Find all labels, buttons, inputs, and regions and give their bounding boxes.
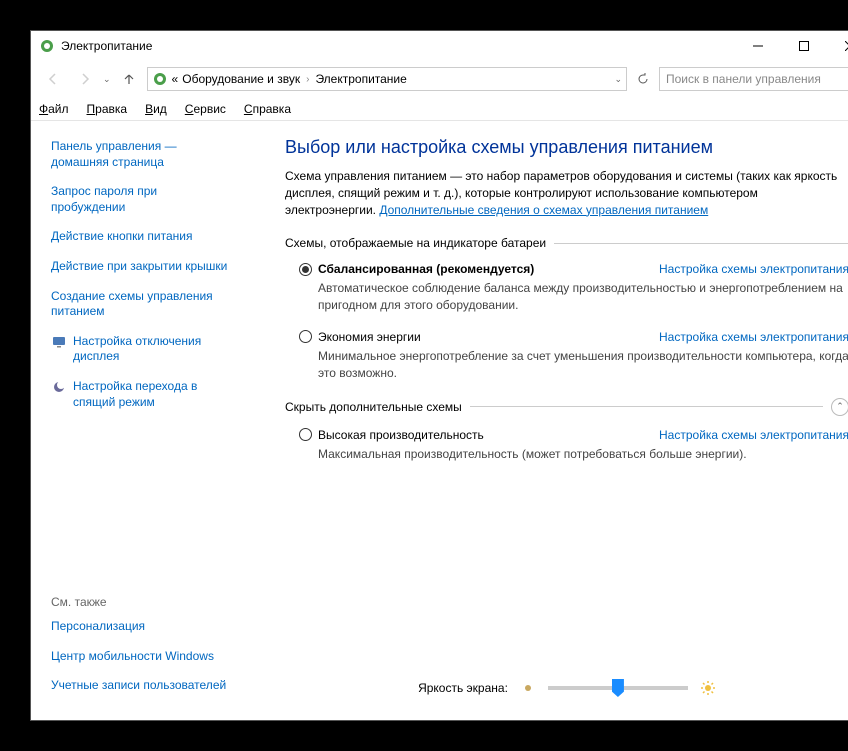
learn-more-link[interactable]: Дополнительные сведения о схемах управле… xyxy=(379,203,708,217)
power-options-icon xyxy=(152,71,168,87)
main-panel: Выбор или настройка схемы управления пит… xyxy=(241,121,848,720)
monitor-icon xyxy=(51,334,67,350)
seealso-personalization[interactable]: Персонализация xyxy=(51,619,229,635)
breadcrumb-item[interactable]: Электропитание xyxy=(315,72,406,86)
window-title: Электропитание xyxy=(61,39,735,53)
brightness-footer: Яркость экрана: xyxy=(285,670,848,720)
radio-high[interactable] xyxy=(299,428,312,441)
history-dropdown[interactable]: ⌄ xyxy=(103,74,111,85)
menu-tools[interactable]: Сервис xyxy=(185,102,226,116)
slider-thumb[interactable] xyxy=(612,679,624,697)
breadcrumb-prefix: « xyxy=(172,72,179,86)
menu-view[interactable]: Вид xyxy=(145,102,167,116)
seealso-mobility[interactable]: Центр мобильности Windows xyxy=(51,649,229,665)
sidebar-display[interactable]: Настройка отключения дисплея xyxy=(51,334,229,365)
moon-icon xyxy=(51,379,67,395)
back-button[interactable] xyxy=(39,67,67,91)
search-input[interactable]: Поиск в панели управления xyxy=(659,67,848,91)
seealso-accounts[interactable]: Учетные записи пользователей xyxy=(51,678,229,694)
plan-balanced-name[interactable]: Сбалансированная (рекомендуется) xyxy=(318,262,659,276)
menubar: Файл Правка Вид Сервис Справка xyxy=(31,97,848,121)
navbar: ⌄ « Оборудование и звук › Электропитание… xyxy=(31,61,848,97)
search-placeholder: Поиск в панели управления xyxy=(666,72,848,86)
plan-high-name[interactable]: Высокая производительность xyxy=(318,428,659,442)
plan-balanced-desc: Автоматическое соблюдение баланса между … xyxy=(318,280,848,314)
breadcrumb-dropdown[interactable]: ⌄ xyxy=(614,74,622,85)
breadcrumb[interactable]: « Оборудование и звук › Электропитание ⌄ xyxy=(147,67,627,91)
group-header-hide: Скрыть дополнительные схемы ⌃ xyxy=(285,398,848,416)
radio-balanced[interactable] xyxy=(299,263,312,276)
sidebar-lid[interactable]: Действие при закрытии крышки xyxy=(51,259,229,275)
sidebar-create[interactable]: Создание схемы управления питанием xyxy=(51,289,229,320)
plan-saver-settings[interactable]: Настройка схемы электропитания xyxy=(659,330,848,344)
plan-balanced-settings[interactable]: Настройка схемы электропитания xyxy=(659,262,848,276)
sidebar-home[interactable]: Панель управления — домашняя страница xyxy=(51,139,229,170)
plan-saver: Экономия энергии Настройка схемы электро… xyxy=(299,330,848,382)
chevron-right-icon: › xyxy=(306,74,309,85)
page-description: Схема управления питанием — это набор па… xyxy=(285,168,848,218)
plan-saver-name[interactable]: Экономия энергии xyxy=(318,330,659,344)
plan-high-desc: Максимальная производительность (может п… xyxy=(318,446,848,463)
minimize-button[interactable] xyxy=(735,31,781,61)
power-options-icon xyxy=(39,38,55,54)
sidebar-powerbtn[interactable]: Действие кнопки питания xyxy=(51,229,229,245)
window: Электропитание ⌄ « Оборудование и звук ›… xyxy=(30,30,848,721)
plan-saver-desc: Минимальное энергопотребление за счет ум… xyxy=(318,348,848,382)
plan-balanced: Сбалансированная (рекомендуется) Настрой… xyxy=(299,262,848,314)
seealso-heading: См. также xyxy=(51,595,229,609)
sun-bright-icon xyxy=(700,680,716,696)
plan-high: Высокая производительность Настройка схе… xyxy=(299,428,848,463)
content-area: ? Панель управления — домашняя страница … xyxy=(31,121,848,720)
close-button[interactable] xyxy=(827,31,848,61)
up-button[interactable] xyxy=(115,67,143,91)
brightness-label: Яркость экрана: xyxy=(418,681,508,695)
group-header-battery: Схемы, отображаемые на индикаторе батаре… xyxy=(285,236,848,250)
collapse-button[interactable]: ⌃ xyxy=(831,398,848,416)
plan-high-settings[interactable]: Настройка схемы электропитания xyxy=(659,428,848,442)
maximize-button[interactable] xyxy=(781,31,827,61)
sidebar-password[interactable]: Запрос пароля при пробуждении xyxy=(51,184,229,215)
breadcrumb-item[interactable]: Оборудование и звук xyxy=(182,72,300,86)
refresh-button[interactable] xyxy=(631,67,655,91)
sun-dim-icon xyxy=(520,680,536,696)
titlebar: Электропитание xyxy=(31,31,848,61)
sidebar: Панель управления — домашняя страница За… xyxy=(31,121,241,720)
menu-edit[interactable]: Правка xyxy=(87,102,128,116)
brightness-slider[interactable] xyxy=(548,686,688,690)
page-title: Выбор или настройка схемы управления пит… xyxy=(285,137,848,158)
menu-file[interactable]: Файл xyxy=(39,102,69,116)
forward-button[interactable] xyxy=(71,67,99,91)
menu-help[interactable]: Справка xyxy=(244,102,291,116)
sidebar-sleep[interactable]: Настройка перехода в спящий режим xyxy=(51,379,229,410)
radio-saver[interactable] xyxy=(299,330,312,343)
